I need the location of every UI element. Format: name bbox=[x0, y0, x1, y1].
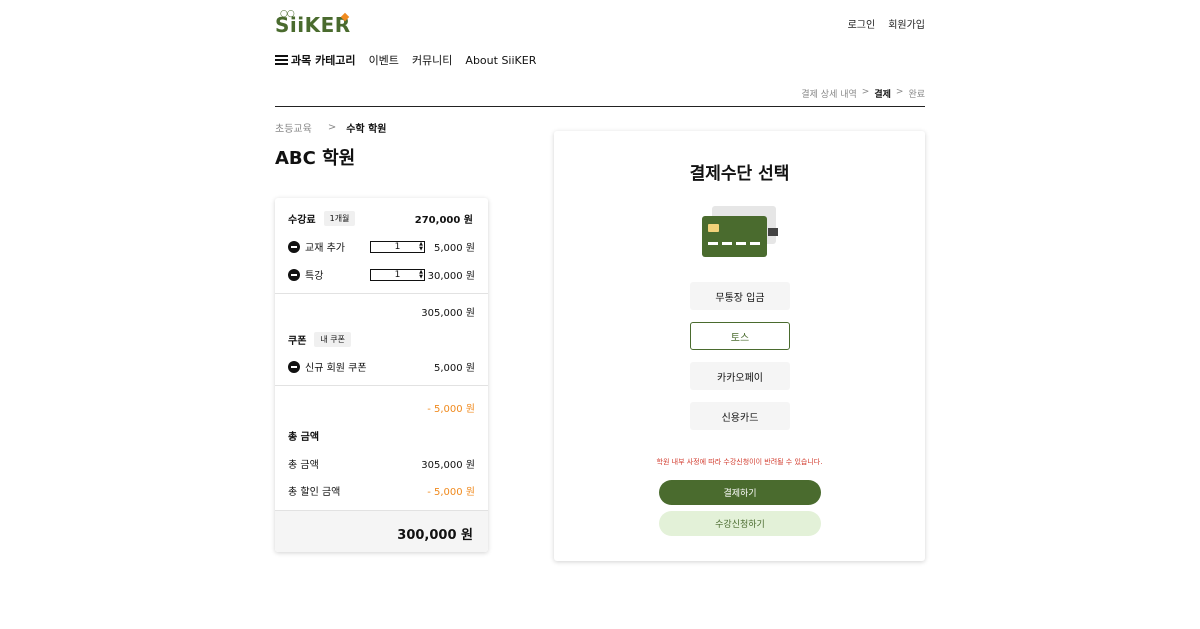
order-summary-card: 수강료 1개월 270,000 원 교재 추가 1 ▲ ▼ 5,000 원 특강 … bbox=[275, 198, 488, 552]
quantity-stepper[interactable]: 1 ▲ ▼ bbox=[370, 240, 425, 253]
breadcrumb: 초등교육 > 수학 학원 bbox=[275, 120, 387, 135]
discount-value: - 5,000 원 bbox=[427, 487, 475, 498]
step-separator: > bbox=[895, 87, 904, 97]
discount-label: 총 할인 금액 bbox=[288, 487, 341, 498]
coupon-label: 쿠폰 bbox=[288, 336, 307, 347]
section-divider bbox=[275, 293, 488, 294]
coupon-discount-row: - 5,000 원 bbox=[288, 400, 475, 415]
my-coupon-button[interactable]: 내 쿠폰 bbox=[314, 332, 352, 347]
subtotal-value: 305,000 원 bbox=[421, 308, 475, 319]
addon-row: 교재 추가 1 ▲ ▼ 5,000 원 bbox=[288, 239, 475, 254]
discount-row: 총 할인 금액 - 5,000 원 bbox=[288, 483, 475, 498]
coupon-item-row: 신규 회원 쿠폰 5,000 원 bbox=[288, 359, 475, 374]
coupon-discount-value: - 5,000 원 bbox=[427, 404, 475, 415]
checkout-steps: 결제 상세 내역 > 결제 > 완료 bbox=[801, 87, 925, 100]
addon-price: 30,000 원 bbox=[427, 271, 475, 282]
total-section-label: 총 금액 bbox=[288, 432, 320, 443]
step-separator: > bbox=[861, 87, 870, 97]
login-link[interactable]: 로그인 bbox=[848, 16, 876, 31]
logo-glasses-icon: ○○ bbox=[280, 9, 295, 19]
quantity-stepper[interactable]: 1 ▲ ▼ bbox=[370, 268, 425, 281]
total-section-heading: 총 금액 bbox=[288, 428, 475, 443]
tuition-row: 수강료 1개월 270,000 원 bbox=[288, 211, 475, 226]
nav-item-about[interactable]: About SiiKER bbox=[465, 54, 536, 67]
quantity-value: 1 bbox=[394, 269, 401, 280]
payment-method-toss[interactable]: 토스 bbox=[690, 322, 790, 350]
header-divider bbox=[275, 106, 925, 107]
siiker-logo[interactable]: ○○ SiiKER bbox=[275, 9, 351, 35]
total-label: 총 금액 bbox=[288, 460, 319, 471]
stepper-arrows-icon[interactable]: ▲ ▼ bbox=[419, 269, 423, 280]
payment-heading: 결제수단 선택 bbox=[689, 164, 790, 184]
auth-links: 로그인 회원가입 bbox=[848, 16, 925, 31]
addon-label: 교재 추가 bbox=[305, 243, 345, 254]
addon-row: 특강 1 ▲ ▼ 30,000 원 bbox=[288, 267, 475, 282]
section-divider bbox=[275, 385, 488, 386]
tuition-period-badge: 1개월 bbox=[323, 211, 356, 226]
credit-card-icon bbox=[702, 206, 778, 257]
total-row: 총 금액 305,000 원 bbox=[288, 456, 475, 471]
subtotal-row: 305,000 원 bbox=[288, 304, 475, 319]
rejection-notice: 학원 내부 사정에 따라 수강신청이이 반려될 수 있습니다. bbox=[656, 458, 823, 466]
tuition-label: 수강료 bbox=[288, 215, 316, 226]
remove-addon-icon[interactable] bbox=[288, 240, 300, 253]
payment-method-card: 결제수단 선택 무통장 입금 토스 카카오페이 신용카드 학원 내부 사정에 따… bbox=[554, 131, 925, 561]
tuition-price: 270,000 원 bbox=[414, 215, 473, 226]
coupon-item-label: 신규 회원 쿠폰 bbox=[305, 363, 367, 374]
remove-addon-icon[interactable] bbox=[288, 268, 300, 281]
quantity-value: 1 bbox=[394, 241, 401, 252]
pay-button[interactable]: 결제하기 bbox=[659, 480, 821, 505]
payment-method-credit-card[interactable]: 신용카드 bbox=[690, 402, 790, 430]
breadcrumb-separator: > bbox=[327, 122, 337, 133]
addon-label: 특강 bbox=[305, 271, 324, 282]
step-detail: 결제 상세 내역 bbox=[801, 90, 857, 100]
step-complete: 완료 bbox=[908, 90, 925, 100]
addon-price: 5,000 원 bbox=[433, 243, 475, 254]
coupon-item-price: 5,000 원 bbox=[433, 363, 475, 374]
step-payment: 결제 bbox=[874, 90, 891, 100]
signup-link[interactable]: 회원가입 bbox=[888, 16, 925, 31]
total-value: 305,000 원 bbox=[421, 460, 475, 471]
payment-method-bank-transfer[interactable]: 무통장 입금 bbox=[690, 282, 790, 310]
nav-item-community[interactable]: 커뮤니티 bbox=[412, 52, 452, 68]
breadcrumb-parent[interactable]: 초등교육 bbox=[275, 120, 312, 135]
coupon-row: 쿠폰 내 쿠폰 bbox=[288, 332, 475, 347]
nav-item-event[interactable]: 이벤트 bbox=[369, 52, 399, 68]
hamburger-menu-icon[interactable] bbox=[275, 55, 288, 65]
page-title: ABC 학원 bbox=[275, 148, 356, 169]
apply-course-button[interactable]: 수강신청하기 bbox=[659, 511, 821, 536]
payment-method-kakaopay[interactable]: 카카오페이 bbox=[690, 362, 790, 390]
stepper-arrows-icon[interactable]: ▲ ▼ bbox=[419, 241, 423, 252]
breadcrumb-current: 수학 학원 bbox=[346, 124, 387, 135]
remove-coupon-icon[interactable] bbox=[288, 360, 300, 373]
final-total-bar: 300,000 원 bbox=[275, 510, 488, 552]
nav-category-menu[interactable]: 과목 카테고리 bbox=[291, 52, 356, 68]
main-nav: 과목 카테고리 이벤트 커뮤니티 About SiiKER bbox=[275, 52, 549, 68]
final-total: 300,000 원 bbox=[397, 528, 473, 543]
